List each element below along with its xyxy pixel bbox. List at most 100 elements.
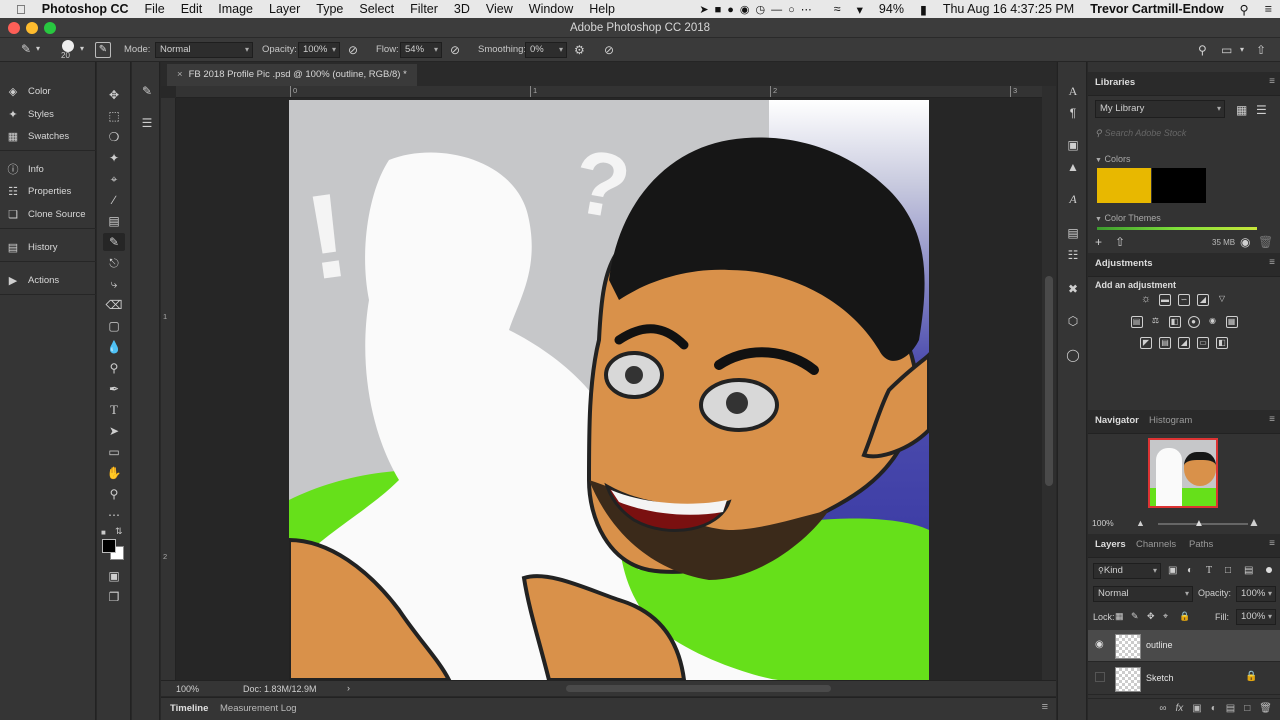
panel-clone-source[interactable]: ❏ Clone Source [6, 205, 86, 223]
notes-panel-icon[interactable]: ☷ [1062, 246, 1084, 264]
tab-timeline[interactable]: Timeline [170, 703, 208, 714]
lock-transparency-icon[interactable]: ▦ [1115, 608, 1124, 624]
eyedropper-tool-icon[interactable]: ∕ [103, 191, 125, 209]
tab-paths[interactable]: Paths [1189, 539, 1213, 550]
type-tool-icon[interactable]: T [103, 401, 125, 419]
paint-panel-icon[interactable]: ▣ [1062, 136, 1084, 154]
vertical-ruler[interactable]: 1 2 [161, 98, 176, 680]
pressure-size-icon[interactable]: ⊘ [604, 42, 614, 58]
panel-swatches[interactable]: ▦ Swatches [6, 127, 69, 145]
canvas-area[interactable]: ! ? [176, 98, 1042, 680]
status-icons[interactable]: ➤■●◉◷—○⋯ [691, 3, 825, 16]
gear-icon[interactable]: ⚙ [574, 42, 585, 58]
battery-percent[interactable]: 94% [871, 2, 912, 16]
clone-stamp-tool-icon[interactable]: ⎋ [103, 254, 125, 272]
workspace-chevron-icon[interactable]: ▾ [1240, 42, 1244, 58]
notification-center-icon[interactable]: ≡ [1257, 2, 1280, 16]
zoom-out-icon[interactable]: ▲ [1136, 515, 1145, 531]
swap-colors-icon[interactable]: ⇅ [115, 526, 123, 537]
layer-opacity-input[interactable]: 100% ▾ [1236, 586, 1276, 602]
grid-view-icon[interactable]: ▦ [1236, 102, 1247, 118]
library-color-swatch[interactable] [1152, 168, 1206, 203]
default-colors-icon[interactable]: ■ [101, 528, 106, 537]
lock-all-icon[interactable]: 🔒 [1179, 608, 1190, 624]
lock-pixels-icon[interactable]: ✎ [1131, 608, 1139, 624]
window-minimize-button[interactable] [26, 22, 38, 34]
exposure-icon[interactable]: ◢ [1197, 294, 1209, 306]
libraries-title[interactable]: Libraries [1095, 77, 1135, 88]
panel-history[interactable]: ▤ History [6, 238, 58, 256]
panel-menu-icon[interactable]: ≡ [1269, 76, 1275, 87]
zoom-level[interactable]: 100% [176, 684, 199, 694]
brush-tool-preset-icon[interactable]: ✎ [16, 41, 36, 57]
edit-toolbar-icon[interactable]: ⋯ [103, 506, 125, 524]
spotlight-icon[interactable]: ⚲ [1232, 2, 1257, 17]
cloud-sync-icon[interactable]: ◉ [1240, 234, 1250, 250]
menu-image[interactable]: Image [210, 2, 261, 16]
rectangle-tool-icon[interactable]: ▭ [103, 443, 125, 461]
lasso-tool-icon[interactable]: ❍ [103, 128, 125, 146]
scroll-thumb[interactable] [1045, 276, 1053, 486]
panel-properties[interactable]: ☷ Properties [6, 182, 71, 200]
menu-3d[interactable]: 3D [446, 2, 478, 16]
layer-row[interactable]: Sketch 🔒 [1088, 663, 1280, 695]
zoom-slider-handle[interactable]: ▲ [1194, 518, 1204, 529]
color-themes-section[interactable]: ▼ Color Themes [1095, 213, 1161, 223]
tab-histogram[interactable]: Histogram [1149, 415, 1192, 426]
hue-saturation-icon[interactable]: ▤ [1130, 316, 1143, 328]
navigator-thumbnail[interactable] [1148, 438, 1218, 508]
airbrush-icon[interactable]: ⊘ [450, 42, 460, 58]
clock[interactable]: Thu Aug 16 4:37:25 PM [935, 2, 1082, 16]
filter-pixel-icon[interactable]: ▣ [1168, 563, 1177, 579]
blur-tool-icon[interactable]: 💧 [103, 338, 125, 356]
curves-icon[interactable]: ∽ [1178, 294, 1190, 306]
posterize-icon[interactable]: ▤ [1159, 337, 1171, 349]
menu-window[interactable]: Window [521, 2, 581, 16]
brush-presets-icon[interactable]: ☰ [136, 114, 158, 132]
pen-tool-icon[interactable]: ✒ [103, 380, 125, 398]
photo-filter-icon[interactable]: ● [1187, 316, 1200, 328]
path-selection-tool-icon[interactable]: ➤ [103, 422, 125, 440]
lock-artboard-icon[interactable]: ⌖ [1163, 608, 1168, 624]
levels-icon[interactable]: ▬ [1159, 294, 1171, 306]
layer-name[interactable]: outline [1146, 640, 1173, 650]
color-theme-strip[interactable] [1097, 227, 1257, 230]
crop-tool-icon[interactable]: ⌖ [103, 170, 125, 188]
panel-menu-icon[interactable]: ≡ [1269, 414, 1275, 425]
search-icon[interactable]: ⚲ [1198, 42, 1207, 58]
selective-color-icon[interactable]: ◧ [1216, 337, 1228, 349]
navigator-zoom[interactable]: 100% [1092, 518, 1114, 528]
layer-filter-select[interactable]: ⚲Kind ▾ [1093, 563, 1161, 579]
menu-file[interactable]: File [137, 2, 173, 16]
add-icon[interactable]: + [1095, 234, 1102, 250]
learn-panel-icon[interactable]: ◯ [1062, 346, 1084, 364]
new-group-icon[interactable]: ▤ [1226, 703, 1235, 720]
tab-navigator[interactable]: Navigator [1095, 415, 1139, 426]
filter-smart-object-icon[interactable]: ▤ [1244, 563, 1253, 579]
adjustment-layer-icon[interactable]: ◐ [1211, 703, 1217, 720]
tab-channels[interactable]: Channels [1136, 539, 1176, 550]
user-name[interactable]: Trevor Cartmill-Endow [1082, 2, 1231, 16]
zoom-tool-icon[interactable]: ⚲ [103, 485, 125, 503]
gradient-tool-icon[interactable]: ▢ [103, 317, 125, 335]
marquee-tool-icon[interactable]: ⬚ [103, 107, 125, 125]
healing-brush-tool-icon[interactable]: ▤ [103, 212, 125, 230]
workspace-icon[interactable]: ▭ [1221, 42, 1232, 58]
filter-toggle[interactable] [1266, 567, 1272, 573]
document-canvas[interactable]: ! ? [289, 100, 929, 680]
quick-mask-icon[interactable]: ▣ [103, 567, 125, 585]
flow-input[interactable]: 54% ▾ [400, 42, 442, 58]
shapes-panel-icon[interactable]: ▲ [1062, 158, 1084, 176]
panel-styles[interactable]: ✦ Styles [6, 105, 53, 123]
upload-icon[interactable]: ⇧ [1115, 234, 1125, 250]
volume-icon[interactable]: ▾ [849, 2, 871, 17]
panel-menu-icon[interactable]: ≡ [1269, 257, 1275, 268]
lock-position-icon[interactable]: ✥ [1147, 608, 1155, 624]
filter-adjustment-icon[interactable]: ◐ [1187, 563, 1193, 579]
panel-actions[interactable]: ▶ Actions [6, 271, 59, 289]
tools-panel-icon[interactable]: ✖ [1062, 280, 1084, 298]
window-close-button[interactable] [8, 22, 20, 34]
character-panel-icon[interactable]: A [1062, 82, 1084, 100]
history-brush-tool-icon[interactable]: ⤷ [103, 275, 125, 293]
filter-shape-icon[interactable]: □ [1225, 563, 1231, 579]
